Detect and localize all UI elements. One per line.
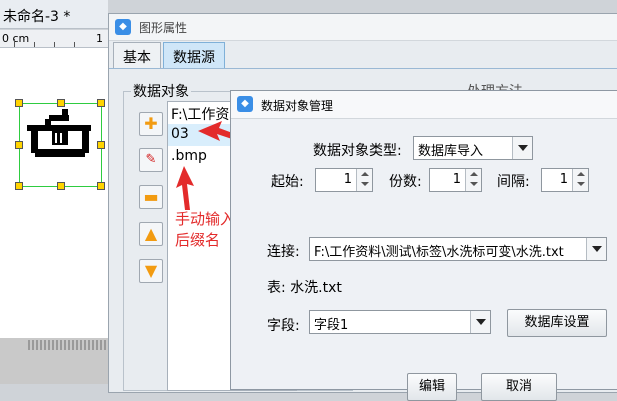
resize-handle[interactable]: [15, 99, 23, 107]
app-logo-icon: ◆: [237, 96, 253, 112]
edit-button[interactable]: 编辑: [407, 373, 457, 401]
cancel-button[interactable]: 取消: [481, 373, 557, 401]
connection-value: F:\工作资料\测试\标签\水洗标可变\水洗.txt: [314, 245, 564, 260]
annotation-line-1: 手动输入: [175, 210, 236, 228]
resize-handle[interactable]: [97, 141, 105, 149]
resize-handle[interactable]: [57, 182, 65, 190]
field-select[interactable]: 字段1: [309, 310, 491, 334]
down-arrow-icon: ▼: [144, 261, 158, 280]
data-object-group-label: 数据对象: [131, 81, 191, 101]
up-arrow-icon: ▲: [144, 224, 158, 243]
app-logo-icon: ◆: [115, 19, 131, 35]
document-tab[interactable]: 未命名-3 *: [0, 0, 108, 29]
resize-handle[interactable]: [57, 99, 65, 107]
tab-data-source[interactable]: 数据源: [163, 42, 225, 68]
data-object-management-dialog: ◆ 数据对象管理 数据对象类型: 数据库导入 起始: 1 份数: 1 间隔: 1…: [230, 90, 617, 401]
dialog-titlebar: ◆ 图形属性: [109, 14, 617, 41]
interval-value: 1: [559, 172, 568, 187]
annotation-text: 手动输入 后缀名: [175, 209, 235, 251]
start-spinner[interactable]: 1: [315, 168, 373, 192]
canvas-dotted-border: [28, 340, 108, 350]
selected-graphic[interactable]: [15, 99, 105, 190]
table-name-text: 表: 水洗.txt: [267, 280, 342, 296]
ruler-unit-label: 0 cm: [2, 32, 30, 45]
ruler-tick: [34, 42, 35, 47]
ruler-tick: [14, 39, 15, 47]
spinner-buttons[interactable]: [572, 169, 588, 191]
horizontal-ruler: 0 cm 1: [0, 30, 110, 48]
tab-underline: [109, 68, 617, 69]
resize-handle[interactable]: [97, 99, 105, 107]
chevron-down-icon[interactable]: [470, 311, 490, 333]
resize-handle[interactable]: [97, 182, 105, 190]
add-object-button[interactable]: ✚: [139, 112, 163, 136]
tab-basic[interactable]: 基本: [113, 42, 161, 68]
field-value: 字段1: [314, 318, 349, 333]
dialog-title: 数据对象管理: [261, 99, 334, 113]
edit-icon: ✎: [145, 152, 157, 167]
ruler-mark-label: 1: [96, 32, 103, 45]
move-up-button[interactable]: ▲: [139, 222, 163, 246]
interval-label: 间隔:: [497, 174, 530, 190]
start-value: 1: [343, 172, 352, 187]
object-type-select[interactable]: 数据库导入: [413, 136, 533, 160]
chevron-down-icon[interactable]: [512, 137, 532, 159]
database-settings-button[interactable]: 数据库设置: [507, 309, 607, 337]
edit-object-button[interactable]: ✎: [139, 148, 163, 172]
interval-spinner[interactable]: 1: [541, 168, 589, 192]
field-label: 字段:: [267, 318, 300, 334]
copies-label: 份数:: [389, 174, 422, 190]
start-label: 起始:: [271, 174, 304, 190]
object-type-label: 数据对象类型:: [313, 143, 402, 159]
remove-object-button[interactable]: ▬: [139, 185, 163, 209]
wash-symbol-icon: [27, 109, 91, 157]
connection-select[interactable]: F:\工作资料\测试\标签\水洗标可变\水洗.txt: [309, 237, 607, 261]
object-type-value: 数据库导入: [418, 144, 484, 159]
spinner-buttons[interactable]: [465, 169, 481, 191]
move-down-button[interactable]: ▼: [139, 259, 163, 283]
annotation-line-2: 后缀名: [175, 231, 221, 249]
dialog-title: 图形属性: [139, 21, 188, 35]
minus-icon: ▬: [143, 187, 159, 206]
resize-handle[interactable]: [15, 182, 23, 190]
copies-value: 1: [452, 172, 461, 187]
plus-icon: ✚: [144, 114, 158, 133]
label-canvas[interactable]: [0, 48, 110, 338]
chevron-down-icon[interactable]: [586, 238, 606, 260]
spinner-buttons[interactable]: [356, 169, 372, 191]
ruler-tick: [74, 42, 75, 47]
resize-handle[interactable]: [15, 141, 23, 149]
dialog-titlebar: ◆ 数据对象管理: [231, 91, 617, 119]
connection-label: 连接:: [267, 244, 300, 260]
ruler-tick: [54, 42, 55, 47]
copies-spinner[interactable]: 1: [429, 168, 482, 192]
